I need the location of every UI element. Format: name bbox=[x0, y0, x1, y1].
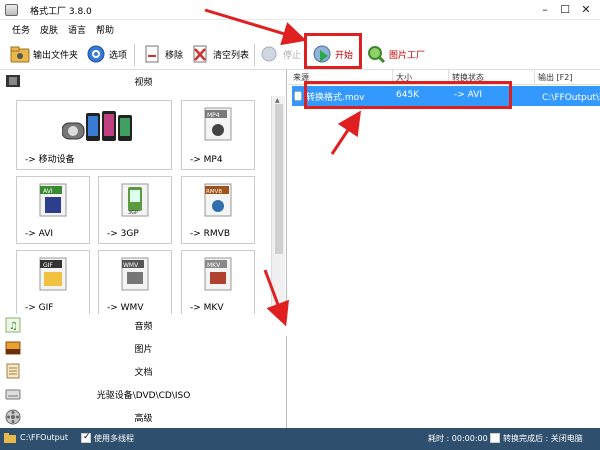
stop-button[interactable]: 停止 bbox=[260, 41, 301, 67]
folder-icon bbox=[10, 44, 30, 64]
options-button[interactable]: 选项 bbox=[86, 41, 127, 67]
gif-badge: GIF bbox=[43, 262, 53, 269]
window-title: 格式工厂 3.8.0 bbox=[30, 7, 92, 17]
folder-small-icon[interactable] bbox=[4, 433, 16, 445]
category-advanced[interactable]: 高级 bbox=[0, 406, 287, 428]
toolbar-separator bbox=[254, 44, 255, 66]
gear-icon bbox=[86, 44, 106, 64]
avi-badge: AVI bbox=[43, 188, 53, 195]
category-audio[interactable]: ♫ 音频 bbox=[0, 314, 287, 336]
category-document[interactable]: 文档 bbox=[0, 360, 287, 382]
annotation-box-task bbox=[304, 81, 512, 109]
picture-factory-button[interactable]: 图片工厂 bbox=[366, 41, 425, 67]
mp4-badge: MP4 bbox=[207, 112, 220, 119]
column-output[interactable]: 输出 [F2] bbox=[538, 72, 572, 83]
tile-avi[interactable]: AVI -> AVI bbox=[16, 176, 90, 244]
annotation-box-start bbox=[304, 33, 362, 69]
menu-help[interactable]: 帮助 bbox=[96, 23, 114, 36]
scroll-up-icon[interactable]: ▲ bbox=[275, 97, 280, 104]
multithread-label: 使用多线程 bbox=[94, 434, 134, 443]
stop-icon bbox=[260, 44, 280, 64]
toolbar-separator bbox=[134, 44, 135, 66]
shutdown-label: 转换完成后 : 关闭电脑 bbox=[503, 434, 583, 443]
minimize-icon[interactable]: – bbox=[538, 3, 552, 17]
gif-file-icon: GIF bbox=[39, 257, 67, 294]
category-panel: 视频 -> 移动设备 MP4 -> MP4 AVI -> AVI 3GP -> … bbox=[0, 70, 287, 428]
shutdown-checkbox[interactable] bbox=[490, 433, 500, 443]
rmvb-file-icon: RMVB bbox=[204, 183, 232, 220]
tile-gif[interactable]: GIF -> GIF bbox=[16, 250, 90, 318]
row-file-icon bbox=[293, 90, 303, 104]
menu-bar: 任务 皮肤 语言 帮助 bbox=[0, 20, 600, 38]
magnifier-icon bbox=[366, 44, 386, 64]
output-folder-button[interactable]: 输出文件夹 bbox=[10, 41, 78, 67]
mkv-badge: MKV bbox=[207, 262, 221, 269]
multithread-checkbox[interactable] bbox=[81, 432, 91, 443]
menu-task[interactable]: 任务 bbox=[12, 23, 30, 36]
toolbar: 输出文件夹 选项 移除 清空列表 停止 开始 图片工厂 bbox=[0, 38, 600, 70]
avi-file-icon: AVI bbox=[39, 183, 67, 220]
close-icon[interactable]: ✕ bbox=[579, 3, 593, 17]
scroll-down-icon[interactable]: ▼ bbox=[275, 304, 280, 311]
category-rom-device[interactable]: 光驱设备\DVD\CD\ISO bbox=[0, 383, 287, 405]
mobile-device-icon bbox=[61, 109, 134, 148]
category-picture[interactable]: 图片 bbox=[0, 337, 287, 359]
menu-skin[interactable]: 皮肤 bbox=[40, 23, 58, 36]
3gp-file-icon: 3GP bbox=[121, 183, 149, 220]
tile-3gp[interactable]: 3GP -> 3GP bbox=[98, 176, 172, 244]
tile-rmvb[interactable]: RMVB -> RMVB bbox=[181, 176, 255, 244]
document-remove-icon bbox=[142, 44, 162, 64]
3gp-badge: 3GP bbox=[128, 210, 138, 216]
scrollbar-thumb[interactable] bbox=[275, 104, 283, 254]
mkv-file-icon: MKV bbox=[204, 257, 232, 294]
maximize-icon[interactable]: ☐ bbox=[558, 3, 572, 17]
category-video[interactable]: 视频 bbox=[0, 70, 287, 92]
tile-wmv[interactable]: WMV -> WMV bbox=[98, 250, 172, 318]
output-path[interactable]: C:\FFOutput bbox=[20, 433, 68, 442]
remove-button[interactable]: 移除 bbox=[142, 41, 183, 67]
column-divider bbox=[534, 70, 535, 85]
mp4-file-icon: MP4 bbox=[204, 107, 232, 144]
app-icon bbox=[5, 4, 18, 16]
wmv-badge: WMV bbox=[123, 262, 139, 269]
status-bar: C:\FFOutput 使用多线程 耗时 : 00:00:00 转换完成后 : … bbox=[0, 428, 600, 450]
clear-icon bbox=[190, 44, 210, 64]
tile-mp4[interactable]: MP4 -> MP4 bbox=[181, 100, 255, 170]
tile-mobile-device[interactable]: -> 移动设备 bbox=[16, 100, 172, 170]
rmvb-badge: RMVB bbox=[206, 189, 222, 195]
tile-mkv[interactable]: MKV -> MKV bbox=[181, 250, 255, 318]
elapsed-time: 耗时 : 00:00:00 bbox=[428, 434, 488, 443]
wmv-file-icon: WMV bbox=[121, 257, 149, 294]
task-list-panel: 来源 大小 转换状态 输出 [F2] 转换格式.mov 645K -> AVI … bbox=[288, 70, 600, 428]
row-output: C:\FFOutput\转 bbox=[542, 93, 600, 103]
title-bar: 格式工厂 3.8.0 – ☐ ✕ bbox=[0, 0, 600, 20]
menu-language[interactable]: 语言 bbox=[68, 23, 86, 36]
tiles-scrollbar[interactable]: ▲ ▼ bbox=[271, 96, 285, 312]
clear-list-button[interactable]: 清空列表 bbox=[190, 41, 249, 67]
